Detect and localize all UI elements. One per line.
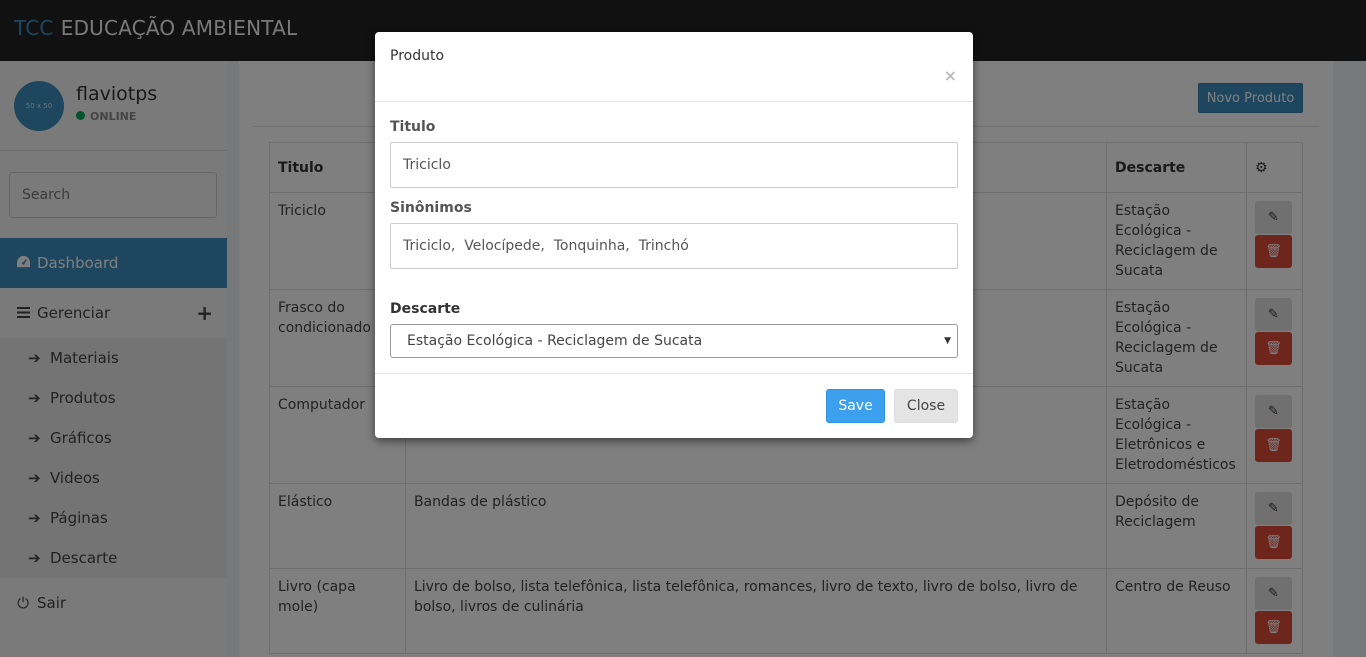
sinonimos-input[interactable] [390, 223, 958, 269]
close-button[interactable]: Close [894, 389, 958, 423]
modal-divider [375, 373, 973, 374]
sinonimos-label: Sinônimos [390, 200, 472, 216]
caret-down-icon: ▼ [944, 336, 951, 346]
save-button[interactable]: Save [826, 389, 885, 423]
descarte-label: Descarte [390, 301, 461, 317]
titulo-label: Titulo [390, 119, 436, 135]
descarte-select[interactable]: Estação Ecológica - Reciclagem de Sucata… [390, 324, 958, 358]
product-modal: Produto × Titulo Sinônimos Descarte Esta… [375, 32, 973, 438]
modal-title: Produto [390, 48, 445, 64]
close-icon[interactable]: × [944, 66, 957, 85]
titulo-input[interactable] [390, 142, 958, 188]
modal-divider [375, 101, 973, 102]
descarte-selected-value: Estação Ecológica - Reciclagem de Sucata [407, 333, 703, 349]
